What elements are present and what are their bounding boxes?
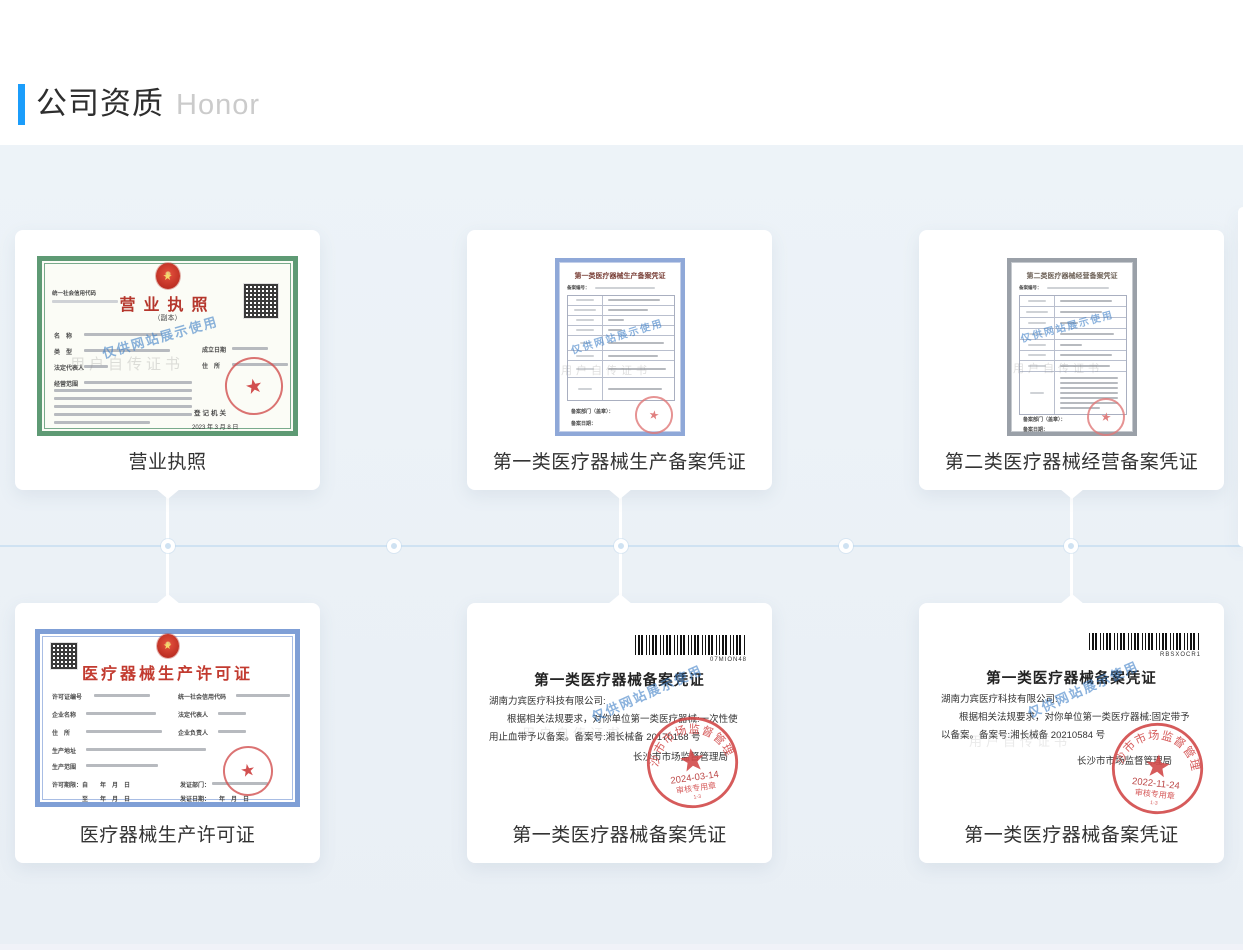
page-title-cn: 公司资质 [36,86,164,121]
barcode-icon [635,635,747,655]
certificate-card-class2-operation[interactable]: 第二类医疗器械经营备案凭证 备案编号： [919,230,1224,490]
watermark-gray: 用户自传证书 [70,353,184,374]
certificate-caption: 医疗器械生产许可证 [15,820,320,847]
red-seal-icon: 长沙市市场监督管理局 2022-11-24 审核专用章 1-3 [1105,716,1209,820]
card-pointer [608,594,632,604]
card-pointer [156,594,180,604]
partial-next-card [1238,207,1243,547]
cert-title: 医疗器械生产许可证 [40,660,295,684]
cert-title: 第一类医疗器械备案凭证 [467,669,772,690]
record-dept-line: 备案部门（盖章）： [1023,416,1066,423]
card-pointer [608,489,632,499]
qr-code-icon [243,283,279,319]
page-title-en: Honor [176,89,260,121]
certificate-caption: 第二类医疗器械经营备案凭证 [919,447,1224,474]
red-seal-icon: ★ [219,742,277,800]
doc-line: 湖南力宾医疗科技有限公司: [489,693,606,707]
record-dept-line: 备案部门（盖章）： [571,408,614,415]
page-title: 公司资质 Honor [36,82,260,126]
term-line: 至 年 月 日 [82,794,130,803]
next-section-edge [0,944,1243,950]
seal-star: ★ [239,760,257,782]
term-line: 许可期限：自 年 月 日 [52,780,130,789]
certificate-card-class1-record-1[interactable]: 07MION48 第一类医疗器械备案凭证 湖南力宾医疗科技有限公司: 根据相关法… [467,603,772,863]
section-header: 公司资质 Honor [0,0,1243,145]
certificate-image: 第二类医疗器械经营备案凭证 备案编号： [1007,258,1137,436]
field-label: 统一社会信用代码 [178,692,226,701]
field-label: 法定代表人 [54,363,84,372]
certificate-caption: 第一类医疗器械备案凭证 [467,820,772,847]
field-label: 企业负责人 [178,728,208,737]
card-pointer [156,489,180,499]
field-label: 法定代表人 [178,710,208,719]
certificate-caption: 第一类医疗器械生产备案凭证 [467,447,772,474]
record-date-line: 备案日期： [1023,426,1048,433]
seal-star: ★ [243,372,266,400]
national-emblem-icon: ★ [157,634,179,658]
field-label: 许可证编号 [52,692,82,701]
issuer-label: 登记机关 [194,407,228,417]
seal-star: ★ [1100,409,1113,424]
seal-star: ★ [647,407,660,423]
licence-image: ★ 医疗器械生产许可证 许可证编号 统一社会信用代码 企业名称 法定代表人 住 … [35,629,300,807]
timeline-node [614,539,628,553]
certificate-card-class1-record-2[interactable]: RBSXOCR1 第一类医疗器械备案凭证 湖南力宾医疗科技有限公司: 根据相关法… [919,603,1224,863]
timeline-node [839,539,853,553]
cert-title: 第二类医疗器械经营备案凭证 [1011,271,1133,281]
credit-code-label: 统一社会信用代码 [52,289,96,297]
seal-star [679,747,705,772]
certificate-caption: 营业执照 [15,447,320,474]
timeline-node [1064,539,1078,553]
certificate-card-class1-production[interactable]: 第一类医疗器械生产备案凭证 备案编号： 备案部门（盖章）： 备案日期： ★ 仅供… [467,230,772,490]
field-label: 经营范围 [54,379,78,388]
red-seal-icon: 长沙市市场监督管理局 2024-03-14 审核专用章 1-3 [639,709,746,816]
record-no-label: 备案编号： [567,285,590,291]
field-label: 生产范围 [52,762,76,771]
doc-line: 以备案。备案号:湘长械备 20210584 号 [941,727,1105,741]
certificate-card-production-licence[interactable]: ★ 医疗器械生产许可证 许可证编号 统一社会信用代码 企业名称 法定代表人 住 … [15,603,320,863]
seal-number: 1-3 [693,794,701,801]
field-label: 企业名称 [52,710,76,719]
certificate-caption: 第一类医疗器械备案凭证 [919,820,1224,847]
issue-dept-line: 发证部门： [180,780,210,789]
doc-line: 湖南力宾医疗科技有限公司: [941,691,1058,705]
barcode-text: 07MION48 [635,657,747,663]
honor-page: 公司资质 Honor ★ 营业执照 （副本） 统一社会信用代码 名 称 类 型 法… [0,0,1243,950]
barcode-text: RBSXOCR1 [1089,652,1201,658]
field-label: 住 所 [202,361,220,370]
card-pointer [1060,489,1084,499]
issue-date-line: 发证日期： 年 月 日 [180,794,249,803]
card-pointer [1060,594,1084,604]
title-accent-bar [18,84,25,125]
field-label: 生产地址 [52,746,76,755]
field-label: 类 型 [54,347,72,356]
cert-title: 第一类医疗器械备案凭证 [919,667,1224,688]
record-date-line: 备案日期： [571,420,596,427]
national-emblem-icon: ★ [156,263,180,289]
field-label: 名 称 [54,331,72,340]
timeline-node [161,539,175,553]
business-license-image: ★ 营业执照 （副本） 统一社会信用代码 名 称 类 型 法定代表人 经营范围 … [37,256,298,436]
license-date: 2023 年 3 月 8 日 [192,422,238,431]
timeline-node [387,539,401,553]
barcode-icon [1089,633,1201,650]
record-no-label: 备案编号： [1019,285,1042,291]
seal-star [1145,753,1171,778]
certificate-image: 第一类医疗器械生产备案凭证 备案编号： 备案部门（盖章）： 备案日期： ★ 仅供… [555,258,685,436]
seal-number: 1-3 [1150,800,1158,807]
certificate-card-business-license[interactable]: ★ 营业执照 （副本） 统一社会信用代码 名 称 类 型 法定代表人 经营范围 … [15,230,320,490]
field-label: 成立日期 [202,345,226,354]
cert-title: 第一类医疗器械生产备案凭证 [559,271,681,281]
field-label: 住 所 [52,728,70,737]
red-seal-icon: ★ [220,352,289,421]
